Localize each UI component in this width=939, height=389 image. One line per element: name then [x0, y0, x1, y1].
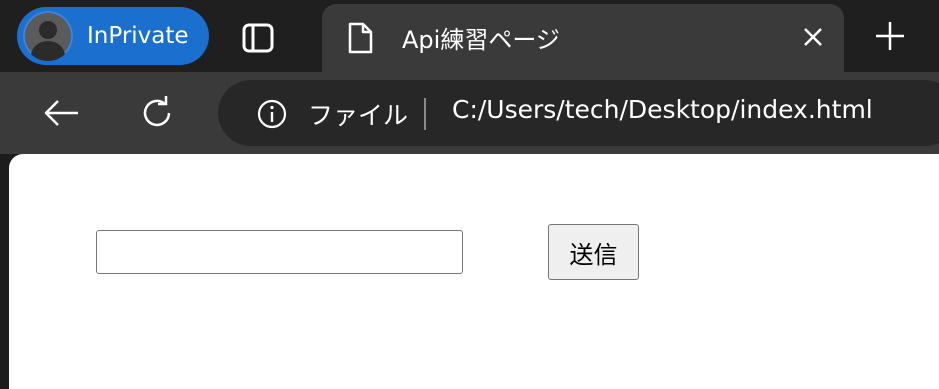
tab-actions-menu-icon[interactable] — [240, 20, 276, 56]
site-info-label[interactable]: ファイル — [308, 96, 408, 132]
divider — [424, 98, 426, 130]
new-tab-plus-icon[interactable] — [872, 18, 908, 54]
page-content: 送信 — [9, 154, 939, 389]
info-icon[interactable] — [256, 98, 288, 130]
text-input[interactable] — [96, 230, 463, 274]
tab-strip: InPrivate Api練習ページ — [0, 0, 939, 72]
close-icon[interactable] — [800, 24, 826, 50]
tab-title: Api練習ページ — [402, 26, 560, 54]
url-text[interactable]: C:/Users/tech/Desktop/index.html — [452, 95, 873, 124]
send-button[interactable]: 送信 — [548, 224, 639, 280]
active-tab[interactable]: Api練習ページ — [322, 4, 844, 72]
toolbar: ファイル C:/Users/tech/Desktop/index.html — [0, 72, 939, 154]
reload-icon[interactable] — [136, 92, 178, 134]
inprivate-badge[interactable]: InPrivate — [17, 7, 209, 65]
inprivate-label: InPrivate — [87, 23, 189, 49]
address-bar[interactable]: ファイル C:/Users/tech/Desktop/index.html — [218, 80, 939, 146]
back-arrow-icon[interactable] — [40, 92, 82, 134]
document-icon — [346, 22, 374, 54]
avatar — [23, 11, 73, 61]
